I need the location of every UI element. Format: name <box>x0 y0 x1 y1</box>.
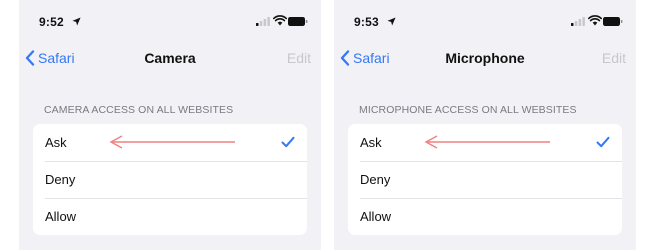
edit-button[interactable]: Edit <box>287 50 311 66</box>
page-title: Microphone <box>445 50 525 66</box>
cellular-signal-icon <box>571 17 585 26</box>
microphone-settings-screen: 9:53 Safari Microphone Edit MICROPHONE A… <box>334 0 636 250</box>
status-bar: 9:53 <box>334 0 636 40</box>
edit-button[interactable]: Edit <box>602 50 626 66</box>
location-arrow-icon <box>387 17 396 26</box>
option-label: Allow <box>360 209 392 224</box>
checkmark-icon <box>281 136 295 148</box>
section-header: MICROPHONE ACCESS ON ALL WEBSITES <box>359 104 577 116</box>
cellular-signal-icon <box>256 17 270 26</box>
option-deny[interactable]: Deny <box>348 161 622 198</box>
wifi-icon <box>588 15 602 26</box>
wifi-icon <box>273 15 287 26</box>
navigation-bar: Safari Microphone Edit <box>334 40 636 76</box>
annotation-arrow-icon <box>109 135 235 149</box>
status-time: 9:53 <box>354 15 379 29</box>
battery-icon <box>603 17 623 26</box>
option-ask[interactable]: Ask <box>33 124 307 161</box>
option-allow[interactable]: Allow <box>33 198 307 235</box>
option-deny[interactable]: Deny <box>33 161 307 198</box>
page-title: Camera <box>144 50 196 66</box>
access-options-list: Ask Deny Allow <box>33 124 307 235</box>
option-allow[interactable]: Allow <box>348 198 622 235</box>
status-bar: 9:52 <box>19 0 321 40</box>
annotation-arrow-icon <box>424 135 550 149</box>
checkmark-icon <box>596 136 610 148</box>
option-label: Ask <box>360 135 382 150</box>
navigation-bar: Safari Camera Edit <box>19 40 321 76</box>
access-options-list: Ask Deny Allow <box>348 124 622 235</box>
camera-settings-screen: 9:52 Safari Camera Edit CAMERA ACCESS ON… <box>19 0 321 250</box>
option-label: Deny <box>45 172 76 187</box>
option-label: Deny <box>360 172 391 187</box>
battery-icon <box>288 17 308 26</box>
section-header: CAMERA ACCESS ON ALL WEBSITES <box>44 104 234 116</box>
option-label: Ask <box>45 135 67 150</box>
option-ask[interactable]: Ask <box>348 124 622 161</box>
location-arrow-icon <box>72 17 81 26</box>
option-label: Allow <box>45 209 77 224</box>
status-time: 9:52 <box>39 15 64 29</box>
